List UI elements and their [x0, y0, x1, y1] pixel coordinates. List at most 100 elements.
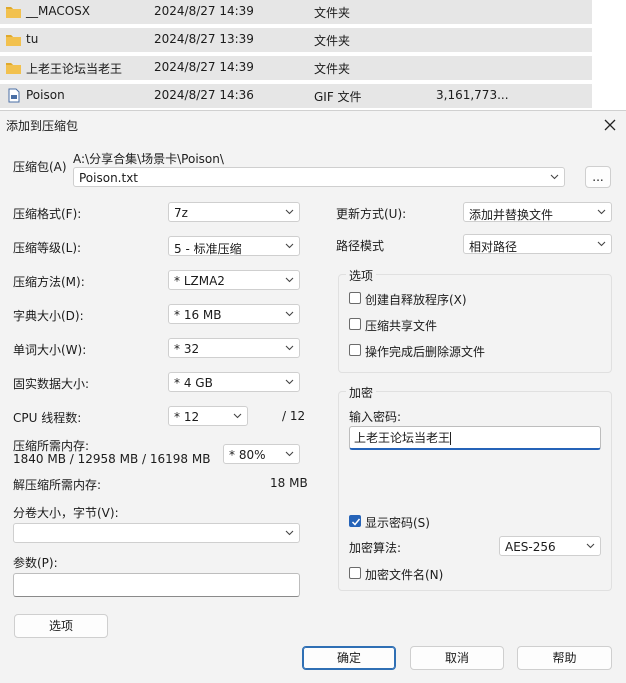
file-type: 文件夹 — [314, 34, 351, 48]
delete-source-checkbox[interactable] — [349, 344, 361, 356]
archive-name-combobox[interactable]: Poison.txt — [73, 167, 565, 187]
word-label: 单词大小(W): — [13, 343, 87, 357]
word-select[interactable]: * 32 — [168, 338, 300, 358]
file-name: Poison — [26, 88, 65, 102]
file-row[interactable]: Poison 2024/8/27 14:36 GIF 文件 3,161,773.… — [0, 84, 592, 108]
params-input[interactable] — [13, 573, 300, 597]
encryption-group-title: 加密 — [346, 384, 377, 401]
solid-value: * 4 GB — [174, 376, 213, 390]
file-type: 文件夹 — [314, 6, 351, 20]
dict-value: * 16 MB — [174, 308, 222, 322]
format-label: 压缩格式(F): — [13, 207, 82, 221]
file-date: 2024/8/27 14:39 — [154, 60, 254, 74]
dict-select[interactable]: * 16 MB — [168, 304, 300, 324]
level-label: 压缩等级(L): — [13, 241, 82, 255]
ok-button[interactable]: 确定 — [302, 646, 396, 670]
shared-checkbox[interactable] — [349, 318, 361, 330]
file-date: 2024/8/27 14:39 — [154, 4, 254, 18]
chevron-down-icon — [597, 241, 606, 247]
browse-button[interactable]: ... — [585, 166, 611, 188]
decompress-value: 18 MB — [270, 476, 308, 490]
solid-select[interactable]: * 4 GB — [168, 372, 300, 392]
add-to-archive-dialog: 添加到压缩包 压缩包(A) A:\分享合集\场景卡\Poison\ Poison… — [0, 110, 626, 683]
format-select[interactable]: 7z — [168, 202, 300, 222]
folder-icon — [5, 32, 22, 47]
shared-label: 压缩共享文件 — [365, 319, 438, 333]
file-icon — [5, 88, 22, 103]
decompress-label: 解压缩所需内存: — [13, 478, 102, 492]
sfx-checkbox[interactable] — [349, 292, 361, 304]
show-password-checkbox[interactable] — [349, 515, 361, 527]
params-label: 参数(P): — [13, 556, 58, 570]
volume-select[interactable] — [13, 523, 300, 543]
file-row[interactable]: __MACOSX 2024/8/27 14:39 文件夹 — [0, 0, 592, 24]
options-button[interactable]: 选项 — [14, 614, 108, 638]
update-select[interactable]: 添加并替换文件 — [463, 202, 612, 222]
volume-label: 分卷大小，字节(V): — [13, 506, 119, 520]
folder-icon — [5, 4, 22, 19]
file-name: __MACOSX — [26, 4, 91, 18]
cpu-select[interactable]: * 12 — [168, 406, 248, 426]
password-label: 输入密码: — [349, 410, 402, 424]
password-input[interactable]: 上老王论坛当老王 — [349, 426, 601, 450]
file-list: __MACOSX 2024/8/27 14:39 文件夹 tu 2024/8/2… — [0, 0, 626, 110]
chevron-down-icon — [285, 277, 294, 283]
encrypt-names-label: 加密文件名(N) — [365, 568, 444, 582]
chevron-down-icon — [285, 451, 294, 457]
cpu-total: / 12 — [282, 409, 306, 423]
memory-value: * 80% — [229, 448, 266, 462]
update-value: 添加并替换文件 — [469, 208, 554, 222]
file-type: 文件夹 — [314, 62, 351, 76]
encrypt-names-checkbox[interactable] — [349, 567, 361, 579]
archive-label: 压缩包(A) — [13, 160, 67, 174]
cpu-label: CPU 线程数: — [13, 411, 82, 425]
encryption-method-value: AES-256 — [505, 540, 556, 554]
help-button[interactable]: 帮助 — [517, 646, 612, 670]
sfx-label: 创建自释放程序(X) — [365, 293, 467, 307]
chevron-down-icon — [285, 345, 294, 351]
chevron-down-icon — [285, 209, 294, 215]
chevron-down-icon — [597, 209, 606, 215]
memory-detail: 1840 MB / 12958 MB / 16198 MB — [13, 452, 211, 466]
pathmode-label: 路径模式 — [336, 239, 385, 253]
file-type: GIF 文件 — [314, 90, 362, 104]
chevron-down-icon — [285, 311, 294, 317]
update-label: 更新方式(U): — [336, 207, 407, 221]
text-cursor — [450, 432, 452, 445]
encryption-method-select[interactable]: AES-256 — [499, 536, 601, 556]
chevron-down-icon — [285, 530, 294, 536]
file-size: 3,161,773... — [436, 88, 509, 102]
dict-label: 字典大小(D): — [13, 309, 84, 323]
pathmode-value: 相对路径 — [469, 240, 518, 254]
chevron-down-icon — [285, 379, 294, 385]
format-value: 7z — [174, 206, 188, 220]
method-value: * LZMA2 — [174, 274, 225, 288]
method-label: 压缩方法(M): — [13, 275, 85, 289]
file-row[interactable]: 上老王论坛当老王 2024/8/27 14:39 文件夹 — [0, 56, 592, 80]
cancel-button[interactable]: 取消 — [410, 646, 504, 670]
memory-select[interactable]: * 80% — [223, 444, 300, 464]
delete-source-label: 操作完成后删除源文件 — [365, 345, 486, 359]
level-value: 5 - 标准压缩 — [174, 242, 242, 256]
close-icon[interactable] — [600, 115, 620, 135]
method-select[interactable]: * LZMA2 — [168, 270, 300, 290]
file-name: 上老王论坛当老王 — [26, 62, 123, 76]
options-group-title: 选项 — [346, 267, 377, 284]
solid-label: 固实数据大小: — [13, 377, 90, 391]
file-name: tu — [26, 32, 39, 46]
level-select[interactable]: 5 - 标准压缩 — [168, 236, 300, 256]
file-date: 2024/8/27 13:39 — [154, 32, 254, 46]
password-value: 上老王论坛当老王 — [354, 431, 451, 445]
cpu-value: * 12 — [174, 410, 200, 424]
chevron-down-icon — [550, 174, 559, 180]
dialog-title: 添加到压缩包 — [6, 119, 79, 133]
archive-path: A:\分享合集\场景卡\Poison\ — [73, 152, 224, 166]
checkmark-icon — [351, 518, 361, 526]
word-value: * 32 — [174, 342, 200, 356]
file-row[interactable]: tu 2024/8/27 13:39 文件夹 — [0, 28, 592, 52]
archive-name-value: Poison.txt — [79, 171, 139, 185]
encryption-method-label: 加密算法: — [349, 541, 402, 555]
chevron-down-icon — [285, 243, 294, 249]
chevron-down-icon — [233, 413, 242, 419]
pathmode-select[interactable]: 相对路径 — [463, 234, 612, 254]
